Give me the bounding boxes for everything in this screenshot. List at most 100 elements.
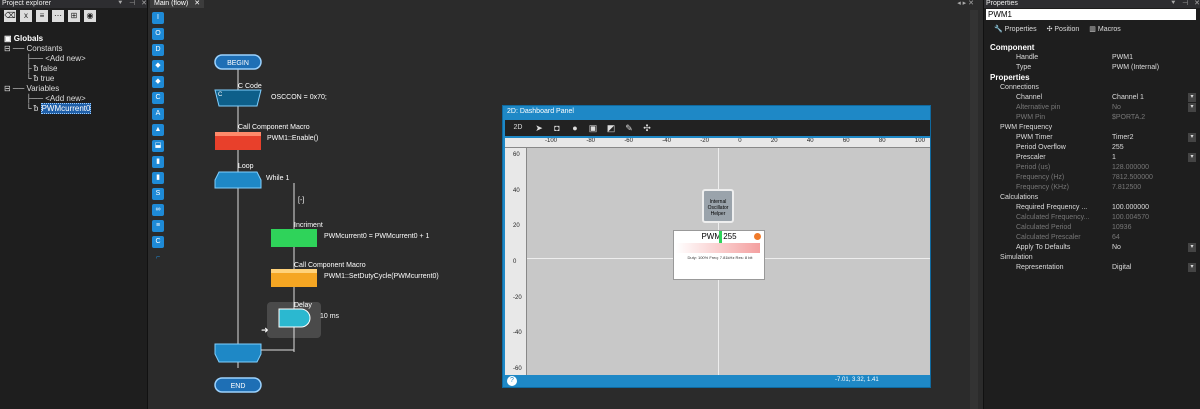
- dashboard-canvas[interactable]: -100 -80 -60 -40 -20 0 20 40 60 80 100 6…: [505, 138, 930, 375]
- delay-block[interactable]: [278, 308, 311, 328]
- pin-icon[interactable]: ⯆: [118, 0, 124, 7]
- calculation-icon[interactable]: A: [152, 108, 164, 120]
- c-icon[interactable]: C: [152, 236, 164, 248]
- component-macro-icon[interactable]: C: [152, 92, 164, 104]
- property-value[interactable]: Timer2 ▾: [1112, 133, 1196, 143]
- property-value[interactable]: PWM (Internal): [1112, 63, 1196, 73]
- snap-icon[interactable]: ◩: [605, 122, 617, 134]
- pwm-component[interactable]: PWM 255 Duty: 100% Freq: 7.81kHz Res: 8 …: [673, 230, 765, 280]
- property-value[interactable]: Channel 1 ▾: [1112, 93, 1196, 103]
- tree-item-variables[interactable]: ⊟ ── Variables: [4, 84, 91, 94]
- delay-icon[interactable]: D: [152, 44, 164, 56]
- tree-item-constants[interactable]: ⊟ ── Constants: [4, 44, 91, 54]
- property-value[interactable]: 100.000000: [1112, 203, 1196, 213]
- dock-icon[interactable]: ⊣: [1182, 0, 1188, 7]
- ports-icon[interactable]: ⋯: [52, 10, 64, 22]
- camera-icon[interactable]: ◘: [551, 122, 563, 134]
- property-category[interactable]: Component: [988, 43, 1198, 53]
- property-value[interactable]: [1112, 123, 1196, 133]
- property-value[interactable]: [1112, 253, 1196, 263]
- property-category[interactable]: Properties: [988, 73, 1198, 83]
- pointer-icon[interactable]: ➤: [533, 122, 545, 134]
- help-icon[interactable]: ?: [507, 376, 517, 386]
- grid-icon[interactable]: ✣: [641, 122, 653, 134]
- oscillator-helper-component[interactable]: Internal Oscillator Helper: [702, 189, 734, 223]
- loop-icon[interactable]: ▲: [152, 124, 164, 136]
- tab-properties[interactable]: 🔧 Properties: [994, 25, 1037, 33]
- debug-icon[interactable]: ◉: [84, 10, 96, 22]
- tab-main-flow[interactable]: Main (flow) ✕: [150, 0, 205, 8]
- code-icon[interactable]: ▮: [152, 172, 164, 184]
- property-row[interactable]: Channel Channel 1 ▾: [988, 93, 1198, 103]
- switch-icon[interactable]: ◆: [152, 76, 164, 88]
- property-value[interactable]: 255: [1112, 143, 1196, 153]
- pin-icon[interactable]: ⯆: [1171, 0, 1177, 7]
- decision-icon[interactable]: ◆: [152, 60, 164, 72]
- end-label: END: [231, 383, 246, 390]
- tab-macros[interactable]: ▥ Macros: [1089, 25, 1121, 33]
- dropdown-arrow-icon[interactable]: ▾: [1188, 243, 1196, 252]
- tools-icon[interactable]: ✎: [623, 122, 635, 134]
- zoom-fit-icon[interactable]: ▣: [587, 122, 599, 134]
- output-icon[interactable]: O: [152, 28, 164, 40]
- property-subcategory[interactable]: Calculations: [988, 193, 1198, 203]
- property-value[interactable]: [1112, 193, 1196, 203]
- macro-icon[interactable]: ≡: [36, 10, 48, 22]
- macro-call-icon[interactable]: ≡: [152, 220, 164, 232]
- tags-icon[interactable]: ⊞: [68, 10, 80, 22]
- panel-window-controls[interactable]: ◂ ▸ ✕: [957, 0, 974, 8]
- connection-point-icon[interactable]: ⬓: [152, 140, 164, 152]
- add-variable-icon[interactable]: x: [20, 10, 32, 22]
- dropdown-arrow-icon[interactable]: ▾: [1188, 103, 1196, 112]
- sphere-icon[interactable]: ●: [569, 122, 581, 134]
- tab-position[interactable]: ✣ Position: [1047, 25, 1080, 33]
- tab-position-label: Position: [1054, 26, 1080, 33]
- eraser-icon[interactable]: ⌫: [4, 10, 16, 22]
- property-row[interactable]: Apply To Defaults No ▾: [988, 243, 1198, 253]
- property-subcategory[interactable]: PWM Frequency: [988, 123, 1198, 133]
- property-subcategory[interactable]: Simulation: [988, 253, 1198, 263]
- dropdown-arrow-icon[interactable]: ▾: [1188, 133, 1196, 142]
- property-row[interactable]: Period Overflow 255: [988, 143, 1198, 153]
- property-value[interactable]: [1112, 83, 1196, 93]
- close-icon[interactable]: ✕: [141, 0, 147, 7]
- property-value[interactable]: 1 ▾: [1112, 153, 1196, 163]
- tab-close-icon[interactable]: ✕: [194, 0, 200, 7]
- property-value[interactable]: Digital ▾: [1112, 263, 1196, 273]
- vertical-scrollbar[interactable]: [970, 10, 978, 409]
- tree-item-add-constant[interactable]: ├── <Add new>: [4, 54, 91, 64]
- dropdown-arrow-icon[interactable]: ▾: [1188, 263, 1196, 272]
- property-row[interactable]: Required Frequency ... 100.000000: [988, 203, 1198, 213]
- c-code-icon[interactable]: S: [152, 188, 164, 200]
- loop-end-block[interactable]: [214, 343, 262, 363]
- property-key: Representation: [1016, 264, 1064, 271]
- tree-item-pwm-variable[interactable]: └ ᵬ PWMcurrent0: [4, 103, 92, 114]
- property-value[interactable]: No ▾: [1112, 243, 1196, 253]
- tree-item-true[interactable]: └ ᵬ true: [4, 74, 91, 84]
- dropdown-arrow-icon[interactable]: ▾: [1188, 93, 1196, 102]
- tree-item-false[interactable]: ├ ᵬ false: [4, 64, 91, 74]
- component-name-field[interactable]: PWM1: [986, 9, 1196, 20]
- dropdown-arrow-icon[interactable]: ▾: [1188, 153, 1196, 162]
- property-value-text: PWM (Internal): [1112, 64, 1160, 71]
- property-value[interactable]: PWM1: [1112, 53, 1196, 63]
- explorer-title-bar: Project explorer ⯆ ⊣ ✕: [0, 0, 147, 8]
- input-icon[interactable]: I: [152, 12, 164, 24]
- property-row[interactable]: Type PWM (Internal): [988, 63, 1198, 73]
- property-subcategory[interactable]: Connections: [988, 83, 1198, 93]
- calculation-block[interactable]: [271, 229, 317, 247]
- property-value[interactable]: [1112, 43, 1196, 53]
- close-icon[interactable]: ✕: [1194, 0, 1200, 7]
- property-value[interactable]: [1112, 73, 1196, 83]
- bracket-icon[interactable]: ⌐: [152, 252, 164, 264]
- property-value-text: Timer2: [1112, 134, 1134, 141]
- property-row[interactable]: Representation Digital ▾: [988, 263, 1198, 273]
- property-row[interactable]: Prescaler 1 ▾: [988, 153, 1198, 163]
- tree-item-globals[interactable]: ▣ Globals: [4, 34, 91, 44]
- property-row[interactable]: PWM Timer Timer2 ▾: [988, 133, 1198, 143]
- interrupt-icon[interactable]: ▮: [152, 156, 164, 168]
- loop-start-block[interactable]: [214, 171, 262, 189]
- dock-icon[interactable]: ⊣: [129, 0, 135, 7]
- property-row[interactable]: Handle PWM1: [988, 53, 1198, 63]
- comment-icon[interactable]: ∞: [152, 204, 164, 216]
